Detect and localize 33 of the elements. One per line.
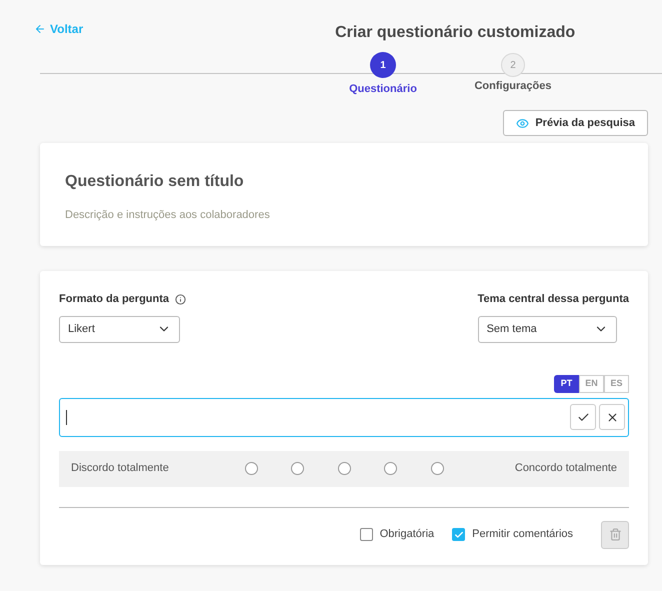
theme-label: Tema central dessa pergunta <box>478 292 629 307</box>
checkbox-option[interactable]: Obrigatória <box>360 526 434 543</box>
checkbox-label: Permitir comentários <box>472 527 573 542</box>
cancel-button[interactable] <box>599 404 625 430</box>
step-label: Configurações <box>474 79 552 94</box>
eye-icon <box>516 116 530 130</box>
questionnaire-title[interactable]: Questionário sem título <box>65 170 623 194</box>
radio-button[interactable] <box>244 462 258 475</box>
scale-right-label: Concordo totalmente <box>514 461 617 476</box>
theme-dropdown[interactable]: Sem tema <box>478 316 617 342</box>
checkbox[interactable] <box>360 528 373 541</box>
checkbox-label: Obrigatória <box>380 527 434 542</box>
question-input[interactable] <box>59 398 629 436</box>
format-label: Formato da pergunta <box>59 292 170 307</box>
step-label: Questionário <box>349 82 417 97</box>
language-tab[interactable]: PT <box>554 374 579 392</box>
info-icon[interactable] <box>175 294 186 305</box>
delete-button[interactable] <box>601 520 629 548</box>
checkbox[interactable] <box>452 528 466 541</box>
trash-icon <box>608 528 622 541</box>
radio-button[interactable] <box>338 462 350 475</box>
scale-left-label: Discordo totalmente <box>71 461 170 476</box>
arrow-left-icon <box>34 23 46 35</box>
preview-button[interactable]: Prévia da pesquisa <box>503 110 648 136</box>
check-icon <box>454 530 464 540</box>
radio-button[interactable] <box>291 462 304 475</box>
check-icon <box>576 410 590 424</box>
checkbox-option[interactable]: Permitir comentários <box>452 526 573 543</box>
page-title: Criar questionário customizado <box>335 23 576 43</box>
radio-button[interactable] <box>430 462 444 475</box>
radio-button[interactable] <box>384 462 397 475</box>
format-dropdown[interactable]: Likert <box>59 316 180 342</box>
close-icon <box>606 410 618 424</box>
